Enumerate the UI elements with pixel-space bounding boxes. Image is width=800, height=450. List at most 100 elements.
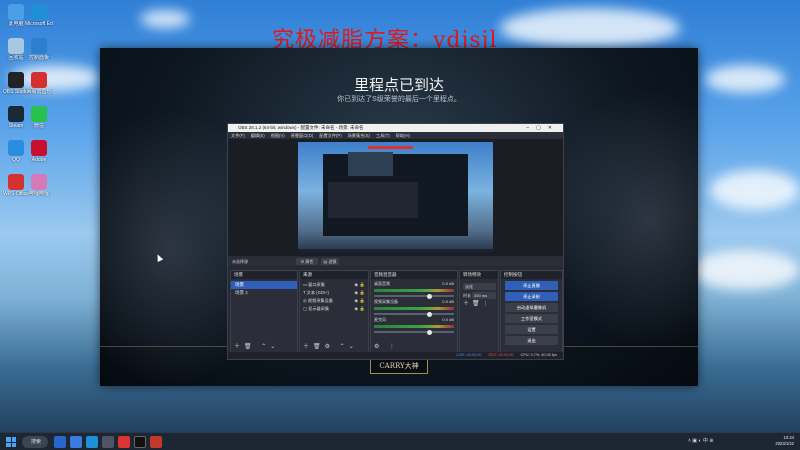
preview-taskbar: [298, 249, 493, 252]
desktop-icon-label: 哔哩哔哩: [28, 191, 49, 197]
obs-source-toolbar: 未选择源 ⚙ 属性 ▤ 滤镜: [228, 257, 563, 266]
source-item[interactable]: ◎ 视频采集设备 ◉ 🔓: [300, 297, 368, 305]
sources-toolbar[interactable]: ＋🗑⚙ ⌃⌄: [303, 341, 358, 350]
source-item[interactable]: ▢ 显示器采集 ◉ 🔓: [300, 305, 368, 313]
scene-item[interactable]: 场景: [231, 281, 297, 289]
obs-statusbar: LIVE: 00:00:00 REC: 00:00:00 CPU: 0.7%, …: [228, 352, 563, 359]
game-icon[interactable]: [150, 436, 162, 448]
desktop-icon[interactable]: 哔哩哔哩: [26, 174, 52, 204]
menu-item[interactable]: 文件(F): [231, 133, 245, 138]
desktop-icon[interactable]: 网易云音乐: [26, 72, 52, 102]
mixer-dock: 音频混音器 桌面音频 0.0 dB 视频采集设备 0.0 dB 麦克风 0.0 …: [370, 270, 458, 353]
scenes-dock: 场景 场景 场景 2 ＋🗑 ⌃⌄: [230, 270, 298, 353]
explorer-icon[interactable]: [70, 436, 82, 448]
volume-meter: [374, 325, 454, 328]
app-icon: [8, 38, 24, 54]
app-icon: [8, 4, 24, 20]
taskbar-search[interactable]: 搜索: [22, 436, 48, 448]
transition-tools[interactable]: ＋🗑⋮: [460, 300, 498, 309]
cloud: [710, 170, 800, 210]
desktop-icon[interactable]: 微信: [26, 106, 52, 136]
menu-item[interactable]: 停靠窗口(D): [291, 133, 314, 138]
lock-icon[interactable]: 🔓: [360, 297, 365, 305]
properties-label: 属性: [305, 259, 314, 264]
app-icon: [8, 140, 24, 156]
transitions-header: 转场特效: [460, 271, 498, 279]
sources-dock: 来源 ▭ 窗口采集 ◉ 🔓 T 文本 (GDI+) ◉ 🔓 ◎ 视频采集设备 ◉ 🔓 ▢ 显…: [299, 270, 369, 353]
mixer-toolbar[interactable]: ⚙ ⋮: [374, 343, 399, 350]
edge-icon[interactable]: [86, 436, 98, 448]
stop-recording-button[interactable]: 停止录制: [505, 292, 558, 301]
volume-meter: [374, 289, 454, 292]
rec-status: REC: 00:00:00: [488, 353, 514, 357]
lock-icon[interactable]: 🔓: [360, 281, 365, 289]
clock[interactable]: 10:24 2023/1/22: [775, 435, 794, 447]
desktop-icon-label: 控制面板: [28, 55, 49, 61]
channel-db: 0.0 dB: [442, 317, 454, 322]
no-source-label: 未选择源: [232, 259, 248, 264]
start-button[interactable]: [6, 437, 16, 447]
preview-obs-window: [328, 182, 418, 218]
eye-icon[interactable]: ◉: [354, 289, 358, 297]
menu-item[interactable]: 工具(T): [376, 133, 390, 138]
app-icon[interactable]: [118, 436, 130, 448]
filters-label: 滤镜: [328, 259, 337, 264]
scenes-header: 场景: [231, 271, 297, 279]
scene-item[interactable]: 场景 2: [231, 289, 297, 297]
virtual-camera-button[interactable]: 启动虚拟摄像机: [505, 303, 558, 312]
desktop-icon[interactable]: Adobe: [26, 140, 52, 170]
tray-icons[interactable]: ˄ ▣ ◐ 中 ⊕: [688, 437, 713, 444]
obs-taskbar-icon[interactable]: [134, 436, 146, 448]
menu-item[interactable]: 帮助(H): [396, 133, 410, 138]
carry-button[interactable]: CARRY大神: [370, 359, 428, 374]
app-icon: [8, 72, 24, 88]
cloud: [690, 250, 800, 290]
mixer-header: 音频混音器: [371, 271, 457, 279]
preview-canvas: [298, 142, 493, 252]
obs-preview[interactable]: [228, 139, 563, 256]
taskbar: 搜索 ˄ ▣ ◐ 中 ⊕ 10:24 2023/1/22: [0, 432, 800, 450]
popup-title: 里程点已到达: [353, 76, 444, 94]
stop-streaming-button[interactable]: 停止直播: [505, 281, 558, 290]
menu-item[interactable]: 编辑(E): [251, 133, 265, 138]
lock-icon[interactable]: 🔓: [360, 289, 365, 297]
scenes-toolbar[interactable]: ＋🗑 ⌃⌄: [234, 341, 279, 350]
source-label: 显示器采集: [308, 306, 330, 311]
duration-input[interactable]: 300 ms: [472, 292, 496, 299]
desktop-icon[interactable]: Microsoft Edge: [25, 4, 53, 34]
menu-item[interactable]: 视图(V): [271, 133, 285, 138]
lock-icon[interactable]: 🔓: [360, 305, 365, 313]
window-controls[interactable]: –▢✕: [526, 124, 559, 132]
properties-button[interactable]: ⚙ 属性: [296, 258, 318, 265]
source-item[interactable]: T 文本 (GDI+) ◉ 🔓: [300, 289, 368, 297]
eye-icon[interactable]: ◉: [354, 281, 358, 289]
controls-dock: 控制按钮 停止直播 停止录制 启动虚拟摄像机 工作室模式 设置 退出: [500, 270, 563, 353]
studio-mode-button[interactable]: 工作室模式: [505, 314, 558, 323]
source-label: 窗口采集: [308, 282, 325, 287]
eye-icon[interactable]: ◉: [354, 297, 358, 305]
preview-red-title: [368, 146, 413, 149]
obs-menubar: 文件(F) 编辑(E) 视图(V) 停靠窗口(D) 配置文件(P) 场景集合(S) 工具(T…: [228, 132, 563, 139]
cpu-status: CPU: 0.7%, 60.00 fps: [520, 353, 557, 357]
sources-header: 来源: [300, 271, 368, 279]
volume-slider[interactable]: [374, 329, 454, 335]
popup-subtitle: 你已到达了S级荣誉的最后一个里程点。: [337, 96, 461, 103]
app-icon: [31, 72, 47, 88]
cloud: [705, 65, 785, 93]
source-item[interactable]: ▭ 窗口采集 ◉ 🔓: [300, 281, 368, 289]
app-icon: [31, 174, 47, 190]
cloud: [140, 10, 190, 28]
filters-button[interactable]: ▤ 滤镜: [321, 258, 339, 265]
exit-button[interactable]: 退出: [505, 336, 558, 345]
preview-popup-detail: [348, 152, 393, 176]
slider-knob[interactable]: [427, 329, 432, 335]
menu-item[interactable]: 场景集合(S): [348, 133, 370, 138]
transition-select[interactable]: 淡化: [463, 283, 496, 290]
settings-button[interactable]: 设置: [505, 325, 558, 334]
eye-icon[interactable]: ◉: [354, 305, 358, 313]
store-icon[interactable]: [102, 436, 114, 448]
desktop-icon[interactable]: 控制面板: [26, 38, 52, 68]
menu-item[interactable]: 配置文件(P): [319, 133, 341, 138]
live-status: LIVE: 00:00:00: [456, 353, 482, 357]
taskview-icon[interactable]: [54, 436, 66, 448]
